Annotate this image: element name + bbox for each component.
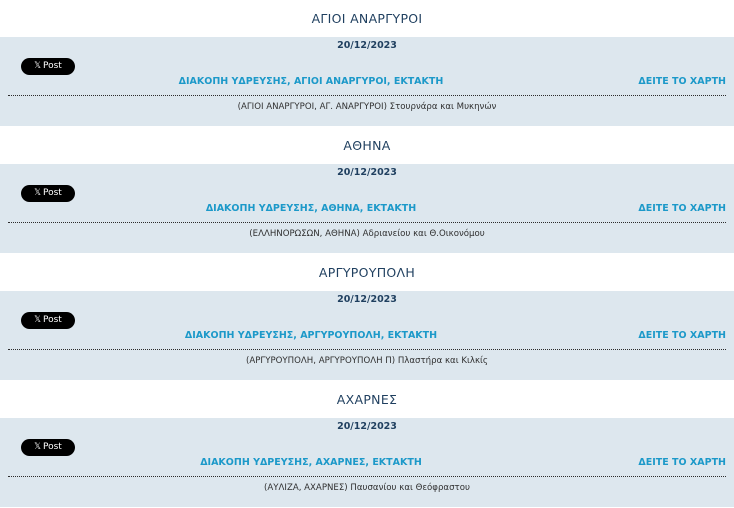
area-title: ΑΡΓΥΡΟΥΠΟΛΗ [0,254,734,291]
outage-detail: (ΕΛΛΗΝΟΡΩΣΩΝ, ΑΘΗΝΑ) Αδριανείου και Θ.Οι… [249,229,485,239]
outage-date: 20/12/2023 [337,421,397,432]
dotted-divider [8,222,726,223]
outage-list: ΑΓΙΟΙ ΑΝΑΡΓΥΡΟΙ 20/12/2023 𝕏 Post ΔΙΑΚΟΠΗ… [0,0,734,508]
outage-detail: (ΑΡΓΥΡΟΥΠΟΛΗ, ΑΡΓΥΡΟΥΠΟΛΗ Π) Πλαστήρα κα… [246,356,488,366]
area-block-argyroupoli: ΑΡΓΥΡΟΥΠΟΛΗ 20/12/2023 𝕏 Post ΔΙΑΚΟΠΗ ΥΔΡ… [0,254,734,381]
headline-row: ΔΙΑΚΟΠΗ ΥΔΡΕΥΣΗΣ, ΑΧΑΡΝΕΣ, ΕΚΤΑΚΤΗ ΔΕΙΤΕ… [0,457,734,471]
area-title: ΑΧΑΡΝΕΣ [0,381,734,418]
see-map-link[interactable]: ΔΕΙΤΕ ΤΟ ΧΑΡΤΗ [638,203,726,214]
x-post-button[interactable]: 𝕏 Post [21,312,75,329]
outage-headline-link[interactable]: ΔΙΑΚΟΠΗ ΥΔΡΕΥΣΗΣ, ΑΘΗΝΑ, ΕΚΤΑΚΤΗ [0,203,622,214]
post-button-label: Post [43,442,62,452]
area-title: ΑΘΗΝΑ [0,127,734,164]
x-post-button[interactable]: 𝕏 Post [21,439,75,456]
outage-detail: (ΑΓΙΟΙ ΑΝΑΡΓΥΡΟΙ, ΑΓ. ΑΝΑΡΓΥΡΟΙ) Στουρνά… [237,102,497,112]
headline-row: ΔΙΑΚΟΠΗ ΥΔΡΕΥΣΗΣ, ΑΘΗΝΑ, ΕΚΤΑΚΤΗ ΔΕΙΤΕ Τ… [0,203,734,217]
see-map-link[interactable]: ΔΕΙΤΕ ΤΟ ΧΑΡΤΗ [638,76,726,87]
outage-card: 20/12/2023 𝕏 Post ΔΙΑΚΟΠΗ ΥΔΡΕΥΣΗΣ, ΑΡΓΥΡ… [0,291,734,380]
outage-card: 20/12/2023 𝕏 Post ΔΙΑΚΟΠΗ ΥΔΡΕΥΣΗΣ, ΑΘΗΝΑ… [0,164,734,253]
area-block-acharnes: ΑΧΑΡΝΕΣ 20/12/2023 𝕏 Post ΔΙΑΚΟΠΗ ΥΔΡΕΥΣΗ… [0,381,734,508]
see-map-link[interactable]: ΔΕΙΤΕ ΤΟ ΧΑΡΤΗ [638,457,726,468]
outage-date: 20/12/2023 [337,40,397,51]
x-post-button[interactable]: 𝕏 Post [21,185,75,202]
dotted-divider [8,349,726,350]
x-logo-icon: 𝕏 [34,442,41,452]
post-button-label: Post [43,315,62,325]
see-map-link[interactable]: ΔΕΙΤΕ ΤΟ ΧΑΡΤΗ [638,330,726,341]
outage-detail: (ΑΥΛΙΖΑ, ΑΧΑΡΝΕΣ) Παυσανίου και Θεόφραστ… [264,483,470,493]
outage-date: 20/12/2023 [337,167,397,178]
outage-card: 20/12/2023 𝕏 Post ΔΙΑΚΟΠΗ ΥΔΡΕΥΣΗΣ, ΑΓΙΟΙ… [0,37,734,126]
headline-row: ΔΙΑΚΟΠΗ ΥΔΡΕΥΣΗΣ, ΑΓΙΟΙ ΑΝΑΡΓΥΡΟΙ, ΕΚΤΑΚ… [0,76,734,90]
outage-card: 20/12/2023 𝕏 Post ΔΙΑΚΟΠΗ ΥΔΡΕΥΣΗΣ, ΑΧΑΡΝ… [0,418,734,507]
outage-headline-link[interactable]: ΔΙΑΚΟΠΗ ΥΔΡΕΥΣΗΣ, ΑΡΓΥΡΟΥΠΟΛΗ, ΕΚΤΑΚΤΗ [0,330,622,341]
dotted-divider [8,476,726,477]
x-logo-icon: 𝕏 [34,61,41,71]
post-button-label: Post [43,61,62,71]
x-post-button[interactable]: 𝕏 Post [21,58,75,75]
x-logo-icon: 𝕏 [34,188,41,198]
area-block-athina: ΑΘΗΝΑ 20/12/2023 𝕏 Post ΔΙΑΚΟΠΗ ΥΔΡΕΥΣΗΣ,… [0,127,734,254]
outage-headline-link[interactable]: ΔΙΑΚΟΠΗ ΥΔΡΕΥΣΗΣ, ΑΧΑΡΝΕΣ, ΕΚΤΑΚΤΗ [0,457,622,468]
outage-headline-link[interactable]: ΔΙΑΚΟΠΗ ΥΔΡΕΥΣΗΣ, ΑΓΙΟΙ ΑΝΑΡΓΥΡΟΙ, ΕΚΤΑΚ… [0,76,622,87]
post-button-label: Post [43,188,62,198]
dotted-divider [8,95,726,96]
headline-row: ΔΙΑΚΟΠΗ ΥΔΡΕΥΣΗΣ, ΑΡΓΥΡΟΥΠΟΛΗ, ΕΚΤΑΚΤΗ Δ… [0,330,734,344]
area-block-agioi-anargyroi: ΑΓΙΟΙ ΑΝΑΡΓΥΡΟΙ 20/12/2023 𝕏 Post ΔΙΑΚΟΠΗ… [0,0,734,127]
outage-date: 20/12/2023 [337,294,397,305]
area-title: ΑΓΙΟΙ ΑΝΑΡΓΥΡΟΙ [0,0,734,37]
x-logo-icon: 𝕏 [34,315,41,325]
